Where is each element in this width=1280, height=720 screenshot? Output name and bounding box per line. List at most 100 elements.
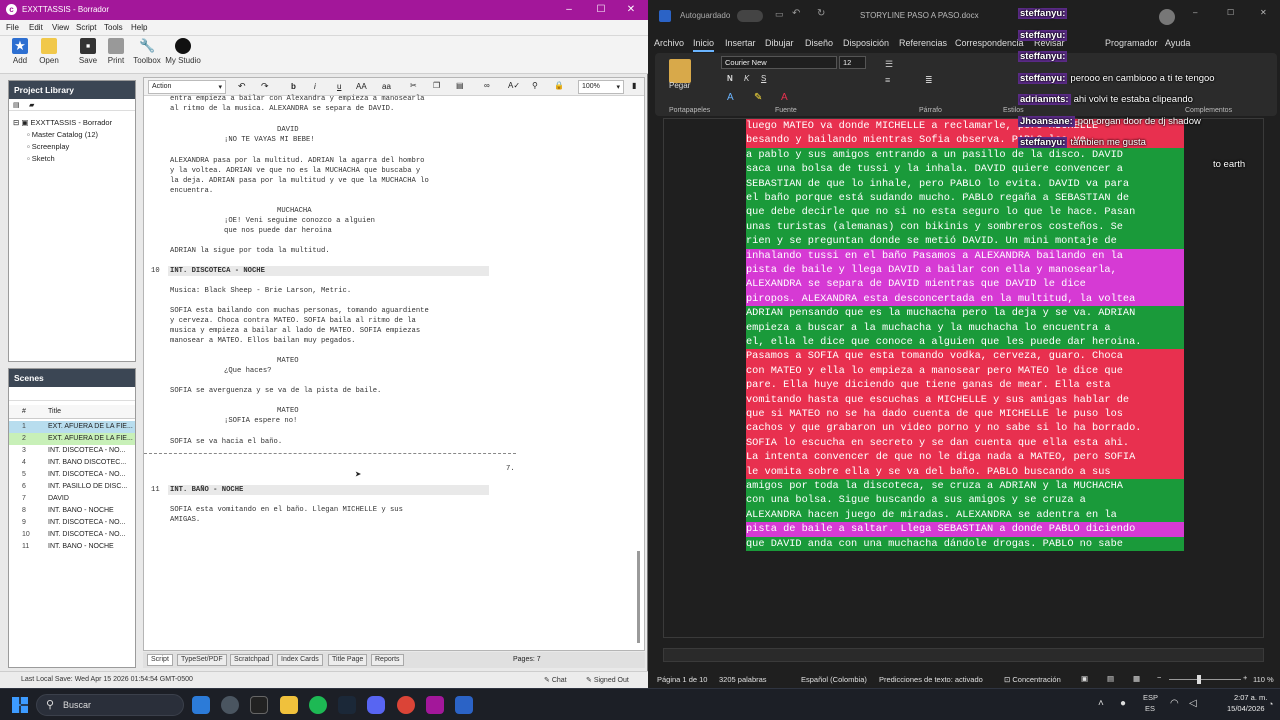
clock-date[interactable]: 15/04/2026 [1227,704,1265,713]
tab-typeset-pdf[interactable]: TypeSet/PDF [177,654,227,666]
script-page[interactable]: entra empieza a bailar con Alexandra y e… [144,95,644,650]
file-explorer-icon[interactable] [280,696,298,714]
bullets-icon[interactable]: ☰ [885,59,893,70]
signed-out-status[interactable]: ✎ Signed Out [586,676,629,684]
horizontal-scrollbar[interactable] [663,648,1264,662]
text-predictions-status[interactable]: Predicciones de texto: activado [879,675,983,684]
search-icon[interactable]: ⚲ [532,81,538,90]
scene-row[interactable]: 3 INT. DISCOTECA - NO... [9,445,135,457]
my-studio-button[interactable]: My Studio [164,38,202,65]
open-button[interactable]: Open [36,38,62,65]
clock-time[interactable]: 2:07 a. m. [1234,693,1267,702]
save-icon[interactable]: ▭ [775,9,784,20]
tab-inicio[interactable]: Inicio [693,38,715,52]
start-icon[interactable] [12,697,28,713]
tab-referencias[interactable]: Referencias [899,38,947,48]
widgets-icon[interactable] [192,696,210,714]
settings-icon[interactable] [221,696,239,714]
spellcheck-icon[interactable]: A✓ [508,81,520,90]
menu-help[interactable]: Help [131,23,147,32]
word-taskbar-icon[interactable] [455,696,473,714]
undo-icon[interactable]: ↶ [792,8,800,19]
col-number[interactable]: # [22,408,26,415]
close-icon[interactable]: ✕ [622,3,640,17]
undo-icon[interactable]: ↶ [238,81,246,92]
zoom-out-icon[interactable]: − [1157,673,1161,682]
zoom-level[interactable]: 110 % [1253,675,1274,684]
tab-disposicion[interactable]: Disposición [843,38,889,48]
element-type-select[interactable]: Action ▾ [148,80,226,94]
tab-archivo[interactable]: Archivo [654,38,684,48]
chrome-icon[interactable] [397,696,415,714]
zoom-slider-thumb[interactable] [1197,675,1201,684]
clipboard-icon[interactable] [669,59,691,83]
scene-row[interactable]: 8 INT. BAÑO - NOCHE [9,505,135,517]
chevron-up-icon[interactable]: ˄ [1098,698,1104,709]
scene-row[interactable]: 11 INT. BAÑO - NOCHE [9,541,135,553]
notification-icon[interactable]: ◔ [1268,699,1273,709]
print-layout-icon[interactable]: ▤ [1107,674,1114,683]
menu-file[interactable]: File [6,23,19,32]
scene-row[interactable]: 5 INT. DISCOTECA - NO... [9,469,135,481]
menu-script[interactable]: Script [76,23,96,32]
spotify-icon[interactable] [309,696,327,714]
web-layout-icon[interactable]: ▦ [1133,674,1140,683]
folder-small-icon[interactable]: ▰ [29,101,34,109]
tree-item-project[interactable]: ⊟ ▣ EXXTTASSIS - Borrador [13,118,112,127]
sidebar-toggle-icon[interactable]: ▮ [632,81,636,90]
redo-icon[interactable]: ↻ [817,8,825,19]
read-mode-icon[interactable]: ▣ [1081,674,1088,683]
menu-tools[interactable]: Tools [104,23,123,32]
print-button[interactable]: Print [104,38,128,65]
lock-icon[interactable]: 🔒 [554,81,564,90]
tab-dibujar[interactable]: Dibujar [765,38,794,48]
uppercase-icon[interactable]: AA [356,82,367,91]
wifi-icon[interactable]: ◠ [1170,698,1179,709]
document-title[interactable]: STORYLINE PASO A PASO.docx [860,11,979,20]
bold-icon[interactable]: b [291,82,296,91]
menu-edit[interactable]: Edit [29,23,43,32]
link-icon[interactable]: ∞ [484,81,490,90]
search-box[interactable]: ⚲ Buscar [36,694,184,716]
italic-icon[interactable]: i [314,82,316,91]
scene-row[interactable]: 4 INT. BAÑO DISCOTEC... [9,457,135,469]
redo-icon[interactable]: ↷ [261,81,269,92]
focus-button[interactable]: ⊡ Concentración [1004,675,1061,684]
scene-row[interactable]: 1 EXT. AFUERA DE LA FIE... [9,421,135,433]
text-effects-icon[interactable]: A [727,92,734,103]
highlighter-icon[interactable]: ✎ [754,92,762,103]
minimize-icon[interactable]: – [560,3,578,17]
add-button[interactable]: ★ Add [8,38,32,65]
tab-title-page[interactable]: Title Page [328,654,368,666]
document-page[interactable]: luego MATEO va donde MICHELLE a reclamar… [746,119,1184,561]
tree-item-screenplay[interactable]: ▫ Screenplay [27,142,69,151]
save-button[interactable]: ▪ Save [76,38,100,65]
tree-item-sketch[interactable]: ▫ Sketch [27,154,55,163]
scene-row[interactable]: 9 INT. DISCOTECA - NO... [9,517,135,529]
bold-icon[interactable]: N [727,74,733,83]
col-title[interactable]: Title [48,408,61,415]
epic-games-icon[interactable] [250,696,268,714]
tree-item-master-catalog[interactable]: ▫ Master Catalog (12) [27,130,98,139]
zoom-select[interactable]: 100% ▾ [578,80,624,94]
tab-script[interactable]: Script [147,654,173,666]
zoom-in-icon[interactable]: + [1243,673,1247,682]
menu-view[interactable]: View [52,23,69,32]
maximize-icon[interactable]: ☐ [592,3,610,17]
cut-icon[interactable]: ✂ [410,81,417,90]
discord-icon[interactable] [367,696,385,714]
page-indicator[interactable]: Página 1 de 10 [657,675,707,684]
tab-reports[interactable]: Reports [371,654,404,666]
justify-icon[interactable]: ≣ [925,75,933,86]
scene-row[interactable]: 6 INT. PASILLO DE DISC... [9,481,135,493]
scene-row[interactable]: 2 EXT. AFUERA DE LA FIE... [9,433,135,445]
scene-row[interactable]: 7 DAVID [9,493,135,505]
editor-scrollbar[interactable] [637,551,640,643]
underline-icon[interactable]: u [337,82,341,91]
lowercase-icon[interactable]: aa [382,82,391,91]
underline-icon[interactable]: S [761,74,766,83]
celtx-taskbar-icon[interactable] [426,696,444,714]
zoom-slider[interactable] [1169,679,1241,680]
align-left-icon[interactable]: ≡ [885,75,890,85]
paste-label[interactable]: Pegar [669,81,690,90]
